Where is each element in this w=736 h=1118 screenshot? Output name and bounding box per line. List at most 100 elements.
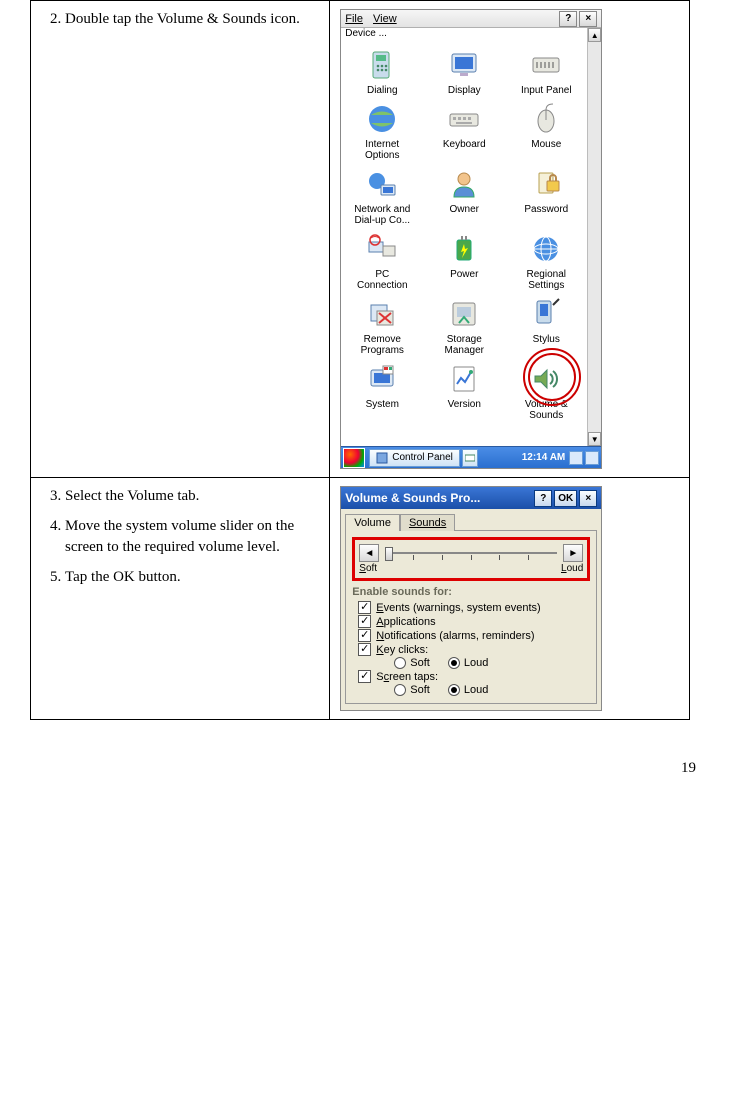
step-5: Tap the OK button.	[65, 567, 319, 587]
control-panel-icon	[376, 452, 388, 464]
cp-item-storage-manager[interactable]: Storage Manager	[423, 297, 505, 356]
enable-sounds-header: Enable sounds for:	[352, 586, 590, 598]
cp-item-remove-programs-label: Remove Programs	[341, 334, 423, 356]
radio-key-loud[interactable]	[448, 657, 460, 669]
tab-volume[interactable]: Volume	[345, 514, 400, 531]
radio-key-soft[interactable]	[394, 657, 406, 669]
cp-item-volume-sounds-icon	[529, 362, 563, 396]
tray	[569, 451, 601, 465]
cp-item-regional-settings-icon	[529, 232, 563, 266]
keyclicks-radio-row: Soft Loud	[394, 657, 590, 669]
menu-view[interactable]: View	[373, 13, 397, 25]
taskbar-app-button[interactable]: Control Panel	[369, 449, 460, 467]
check-notifications-label: Notifications (alarms, reminders)	[376, 630, 534, 642]
volume-down-button[interactable]: ◄	[359, 544, 379, 562]
cp-item-pc-connection-label: PC Connection	[341, 269, 423, 291]
radio-tap-loud-label: Loud	[464, 684, 488, 696]
radio-tap-loud[interactable]	[448, 684, 460, 696]
cp-item-mouse[interactable]: Mouse	[505, 102, 587, 161]
keyboard-icon	[465, 453, 475, 463]
cp-item-internet-options[interactable]: Internet Options	[341, 102, 423, 161]
cp-item-volume-sounds[interactable]: Volume & Sounds	[505, 362, 587, 421]
scroll-up-icon[interactable]: ▲	[588, 28, 601, 42]
check-notifications[interactable]: ✓	[358, 629, 371, 642]
cp-item-owner-label: Owner	[423, 204, 505, 215]
cp-item-version[interactable]: Version	[423, 362, 505, 421]
scrollbar[interactable]: ▲ ▼	[587, 28, 601, 446]
sip-button[interactable]	[462, 449, 478, 467]
cp-item-network-and-dial-up-co[interactable]: Network and Dial-up Co...	[341, 167, 423, 226]
volume-sounds-window: Volume & Sounds Pro... ? OK × Volume Sou…	[340, 486, 602, 711]
tray-icon-2[interactable]	[585, 451, 599, 465]
check-events-row: ✓ Events (warnings, system events)	[358, 601, 590, 614]
cp-item-dialing[interactable]: Dialing	[341, 48, 423, 96]
check-applications[interactable]: ✓	[358, 615, 371, 628]
menubar: File View ? ×	[341, 10, 601, 28]
taskbar-clock: 12:14 AM	[518, 452, 570, 463]
vs-title-text: Volume & Sounds Pro...	[345, 491, 532, 505]
cp-item-input-panel-icon	[529, 48, 563, 82]
taskbar: Control Panel 12:14 AM	[341, 446, 601, 468]
page-number: 19	[0, 720, 736, 797]
cp-item-network-and-dial-up-co-label: Network and Dial-up Co...	[341, 204, 423, 226]
screenshot-cell-2: Volume & Sounds Pro... ? OK × Volume Sou…	[330, 478, 690, 720]
control-panel-window: File View ? × Device ... DialingDisplayI…	[340, 9, 602, 469]
check-events[interactable]: ✓	[358, 601, 371, 614]
volume-up-button[interactable]: ►	[563, 544, 583, 562]
cp-item-display-label: Display	[423, 85, 505, 96]
cp-item-power-icon	[447, 232, 481, 266]
check-screentaps-row: ✓ Screen taps:	[358, 670, 590, 683]
cp-item-owner[interactable]: Owner	[423, 167, 505, 226]
cp-item-stylus-icon	[529, 297, 563, 331]
menu-file[interactable]: File	[345, 13, 363, 25]
instruction-cell-2: Select the Volume tab.Move the system vo…	[31, 478, 330, 720]
tab-sounds[interactable]: Sounds	[400, 514, 455, 531]
control-panel-body: Device ... DialingDisplayInput Panel Inte…	[341, 28, 601, 446]
screentaps-radio-row: Soft Loud	[394, 684, 590, 696]
tray-icon-1[interactable]	[569, 451, 583, 465]
vs-close-button[interactable]: ×	[579, 490, 597, 507]
cp-item-stylus-label: Stylus	[505, 334, 587, 345]
cp-header-left: Device ...	[345, 28, 387, 39]
cp-item-stylus[interactable]: Stylus	[505, 297, 587, 356]
help-button[interactable]: ?	[559, 11, 577, 27]
cp-item-system[interactable]: System	[341, 362, 423, 421]
cp-item-password[interactable]: Password	[505, 167, 587, 226]
cp-item-dialing-icon	[365, 48, 399, 82]
cp-item-storage-manager-label: Storage Manager	[423, 334, 505, 356]
label-loud: Loud	[561, 563, 583, 574]
vs-ok-button[interactable]: OK	[554, 490, 577, 507]
vs-tabs: Volume Sounds	[341, 509, 601, 530]
scroll-down-icon[interactable]: ▼	[588, 432, 601, 446]
cp-item-display-icon	[447, 48, 481, 82]
volume-slider[interactable]	[385, 544, 557, 562]
cp-item-power-label: Power	[423, 269, 505, 280]
radio-key-loud-label: Loud	[464, 657, 488, 669]
cp-item-mouse-label: Mouse	[505, 139, 587, 150]
instruction-cell-1: Double tap the Volume & Sounds icon.	[31, 1, 330, 478]
cp-item-input-panel[interactable]: Input Panel	[505, 48, 587, 96]
radio-key-soft-label: Soft	[410, 657, 430, 669]
check-screentaps-label: Screen taps:	[376, 671, 438, 683]
cp-item-volume-sounds-label: Volume & Sounds	[505, 399, 587, 421]
check-keyclicks[interactable]: ✓	[358, 643, 371, 656]
highlight-box: ◄ ► Soft Loud	[352, 537, 590, 581]
cp-item-remove-programs[interactable]: Remove Programs	[341, 297, 423, 356]
radio-tap-soft[interactable]	[394, 684, 406, 696]
start-button[interactable]	[343, 448, 365, 468]
cp-item-system-label: System	[341, 399, 423, 410]
cp-item-remove-programs-icon	[365, 297, 399, 331]
cp-item-keyboard[interactable]: Keyboard	[423, 102, 505, 161]
cp-item-power[interactable]: Power	[423, 232, 505, 291]
vs-help-button[interactable]: ?	[534, 490, 552, 507]
step-2: Double tap the Volume & Sounds icon.	[65, 9, 319, 29]
check-notifications-row: ✓ Notifications (alarms, reminders)	[358, 629, 590, 642]
check-apps-row: ✓ Applications	[358, 615, 590, 628]
close-button[interactable]: ×	[579, 11, 597, 27]
cp-item-display[interactable]: Display	[423, 48, 505, 96]
cp-item-system-icon	[365, 362, 399, 396]
check-screentaps[interactable]: ✓	[358, 670, 371, 683]
cp-item-keyboard-icon	[447, 102, 481, 136]
cp-item-pc-connection[interactable]: PC Connection	[341, 232, 423, 291]
cp-item-regional-settings[interactable]: Regional Settings	[505, 232, 587, 291]
